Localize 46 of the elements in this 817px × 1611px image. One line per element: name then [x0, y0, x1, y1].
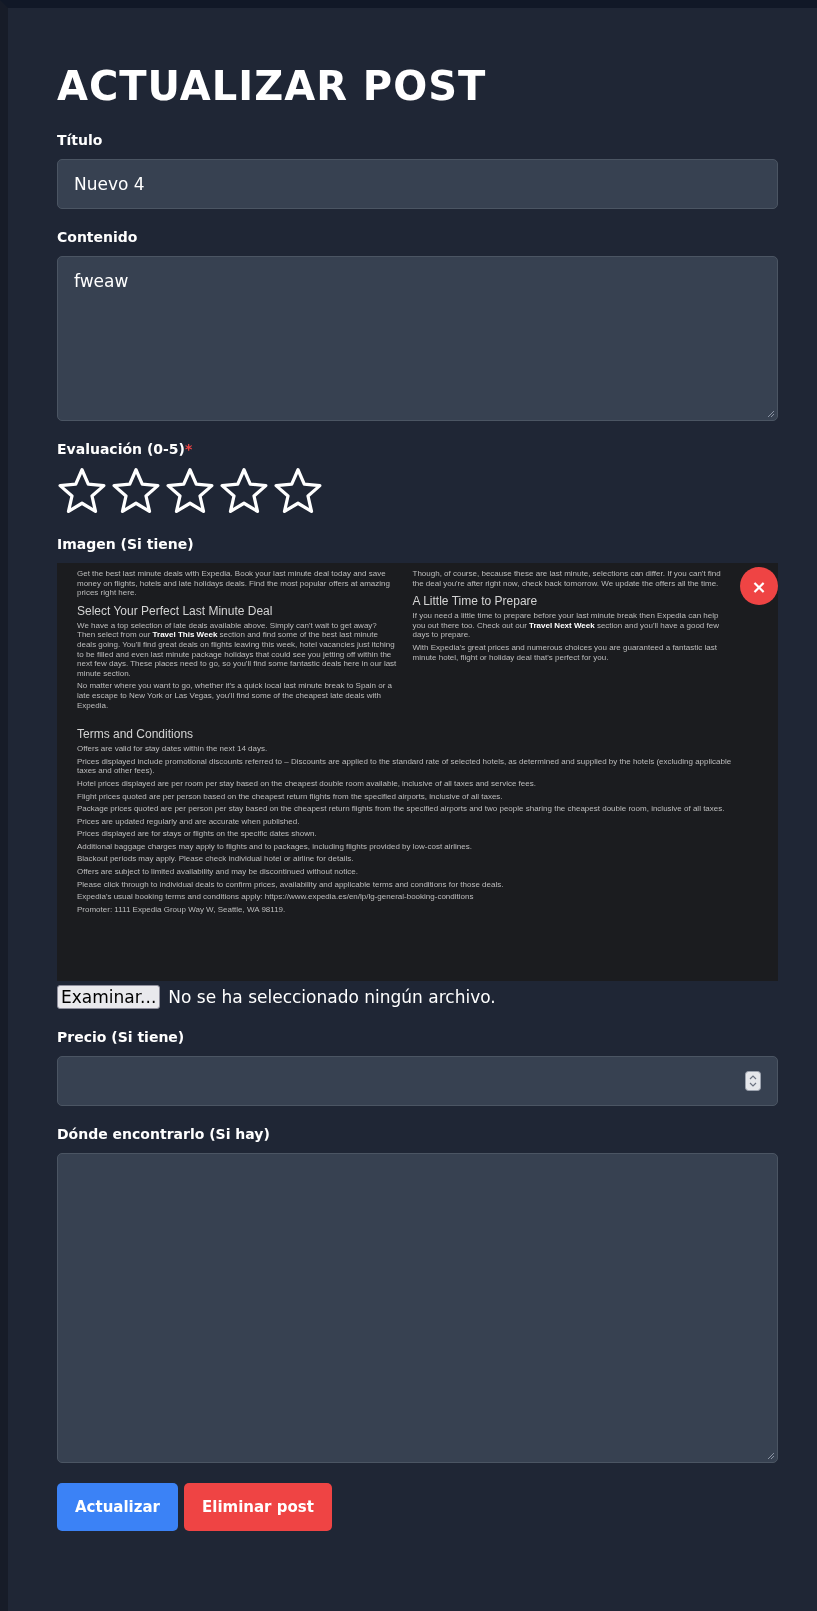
preview-paragraph: Blackout periods may apply. Please check individual hotel or airline for details. — [77, 854, 355, 865]
preview-heading: Select Your Perfect Last Minute Deal — [77, 603, 274, 618]
browse-button[interactable]: Examinar... — [57, 985, 161, 1009]
preview-paragraph: Prices displayed include promotional discounts referred to – Discounts are applied to the standard rate of selected hotels, as determined and supplied by the hotels (excluding applicable taxes and other fees). — [77, 756, 732, 776]
preview-paragraph: Though, of course, because these are last minute, selections can differ. If you can't find the deal you're after right now, check back tomorrow. We update the offers all the time. — [412, 569, 722, 589]
preview-paragraph: Package prices quoted are per person per stay based on the cheapest return flights from the specified airports and two people sharing the cheapest double room, inclusive of all taxes. — [77, 804, 726, 814]
preview-paragraph: Please click through to individual deals to confirm prices, availability and applicable terms and conditions for those deals. — [77, 879, 505, 890]
preview-paragraph: We have a top selection of late deals available above. Simply can't wait to get away? Then select from our Travel This Week section and find some of the best last minute deals going. You'll find great deals on flights leaving this week, hotel vacancies just itching to be filled and even last minute package holidays that could see you jetting off within the next few days. These places need to go, so you'll find some fantastic deals here in our last minute section. — [77, 620, 397, 679]
preview-paragraph: Offers are valid for stay dates within the next 14 days. — [77, 744, 269, 754]
field-label: Título — [57, 132, 104, 148]
field-label: Contenido — [57, 229, 139, 245]
preview-paragraph: If you need a little time to prepare before your last minute break then Expedia can help you out there too. Check out our Travel Next Week section and you'll have a good few days to prepare. — [412, 611, 720, 640]
preview-paragraph: No matter where you want to go, whether it's a quick local last minute break to Spain or a late escape to New York or Las Vegas, you'll find some of the cheapest late deals with Expedia. — [77, 681, 394, 711]
preview-paragraph: Flight prices quoted are per person based on the cheapest return flights from the specified airports, inclusive of all taxes. — [77, 791, 504, 802]
location-field[interactable] — [57, 1153, 778, 1463]
preview-paragraph: Get the best last minute deals with Expedia. Book your last minute deal today and save money on flights, hotels and late holidays deals. Find the most popular offers at amazing prices right here. — [77, 569, 391, 598]
preview-paragraph: Additional baggage charges may apply to flights and to packages, including flights provided by low-cost airlines. — [77, 841, 473, 852]
star-icon[interactable] — [57, 466, 107, 516]
field-label: Dónde encontrarlo (Si hay) — [57, 1126, 271, 1142]
price-field[interactable] — [57, 1056, 778, 1106]
field-label: Precio (Si tiene) — [57, 1029, 186, 1045]
star-icon[interactable] — [219, 466, 269, 516]
star-icon[interactable] — [273, 466, 323, 516]
file-status: No se ha seleccionado ningún archivo. — [168, 987, 496, 1007]
preview-heading: Terms and Conditions — [77, 727, 195, 742]
update-button[interactable]: Actualizar — [57, 1483, 178, 1531]
title-field[interactable]: Nuevo 4 — [57, 159, 778, 209]
preview-paragraph: Hotel prices displayed are per room per stay based on the cheapest double room available, inclusive of all taxes and service fees. — [77, 778, 537, 789]
preview-paragraph: With Expedia's great prices and numerous choices you are guaranteed a fantastic last minute hotel, flight or holiday deal that's perfect for you. — [412, 642, 718, 663]
resize-grip-icon[interactable] — [765, 1450, 775, 1460]
preview-paragraph: Promoter: 1111 Expedia Group Way W, Seattle, WA 98119. — [77, 904, 287, 915]
preview-heading: A Little Time to Prepare — [412, 594, 539, 609]
preview-paragraph: Expedia's usual booking terms and conditions apply: https://www.expedia.es/en/lp/lg-general-booking-conditions — [77, 892, 475, 902]
preview-paragraph: Prices are updated regularly and are accurate when published. — [77, 816, 301, 827]
delete-button[interactable]: Eliminar post — [184, 1483, 332, 1531]
preview-paragraph: Prices displayed are for stays or flights on the specific dates shown. — [77, 829, 318, 839]
preview-paragraph: Offers are subject to limited availability and may be discontinued without notice. — [77, 867, 359, 877]
star-icon[interactable] — [165, 466, 215, 516]
field-label: Imagen (Si tiene) — [57, 536, 195, 552]
star-icon[interactable] — [111, 466, 161, 516]
resize-grip-icon[interactable] — [765, 408, 775, 418]
page-title: ACTUALIZAR POST — [57, 66, 488, 106]
spinner-icon[interactable] — [745, 1071, 761, 1091]
content-field[interactable]: fweaw — [57, 256, 778, 421]
remove-image-button[interactable]: × — [740, 567, 778, 605]
field-label: Evaluación (0-5)* — [57, 441, 194, 457]
